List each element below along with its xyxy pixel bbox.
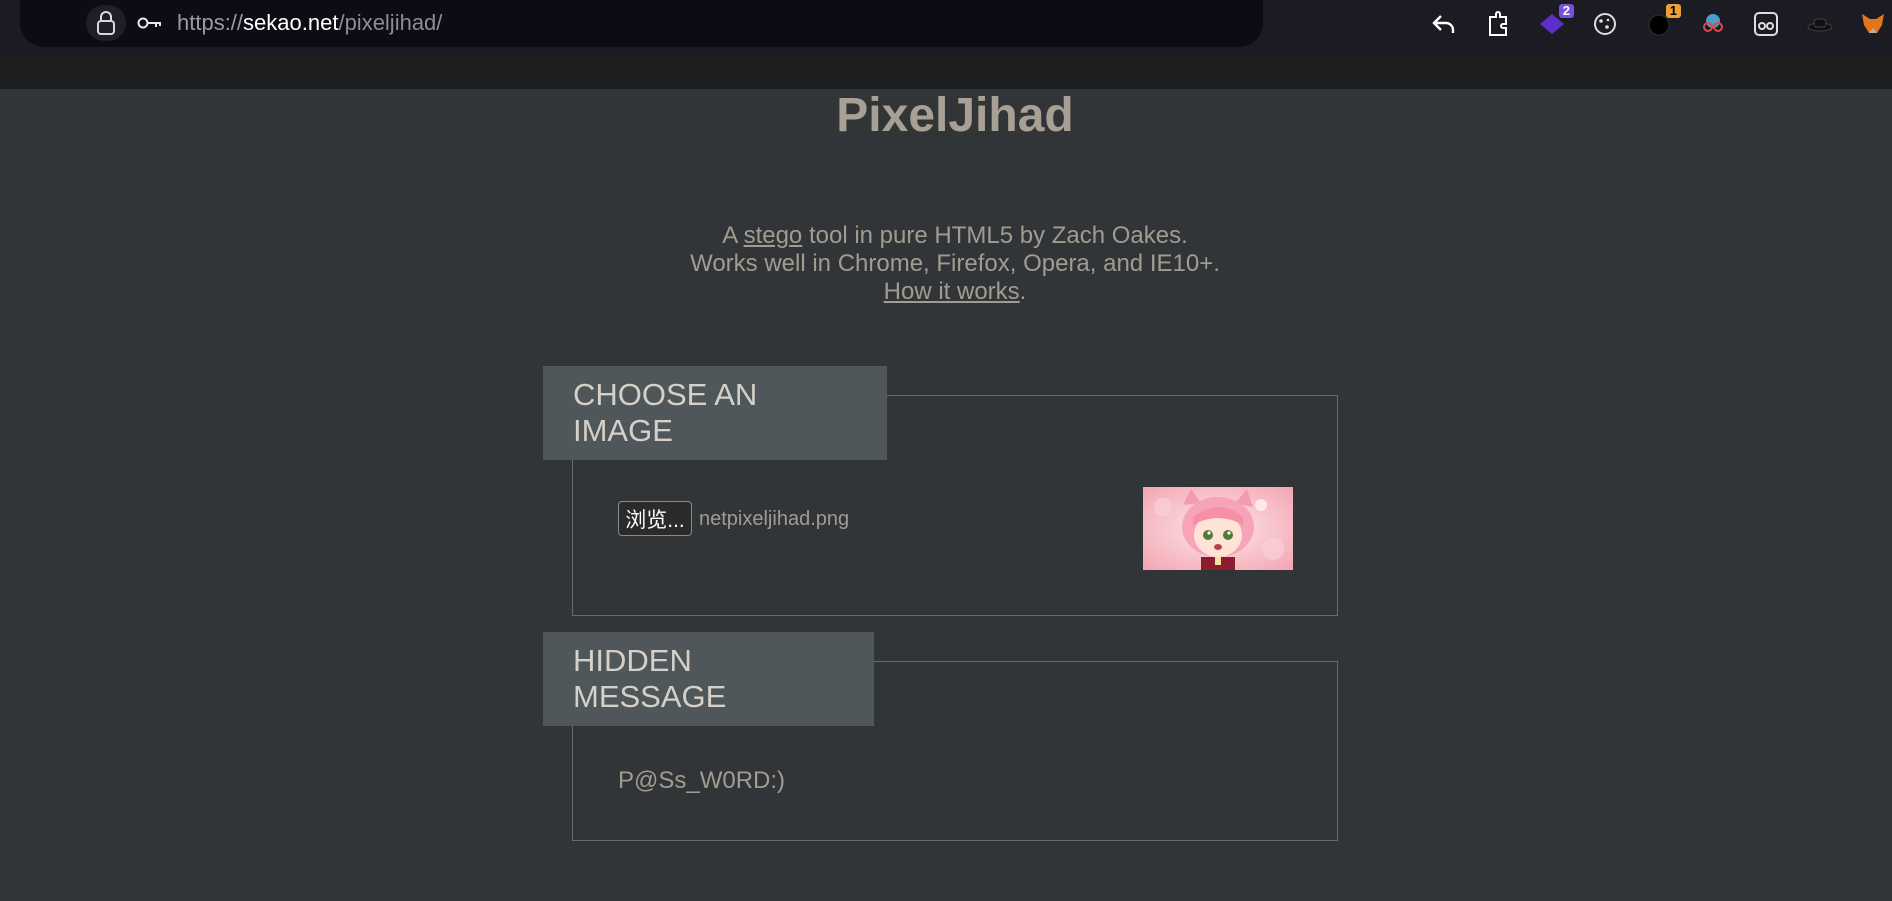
lock-icon[interactable]: [86, 5, 126, 41]
extension-badge: 2: [1558, 4, 1574, 18]
stego-link[interactable]: stego: [744, 222, 803, 249]
intro-text: A stego tool in pure HTML5 by Zach Oakes…: [690, 222, 1220, 305]
browser-toolbar: https://sekao.net/pixeljihad/ 2 1: [0, 0, 1892, 58]
cookie-icon[interactable]: [1589, 8, 1621, 40]
url-text[interactable]: https://sekao.net/pixeljihad/: [177, 10, 442, 36]
spy-glasses-icon[interactable]: [1697, 8, 1729, 40]
timer-badge: 1: [1665, 4, 1681, 18]
hidden-message-legend: HIDDEN MESSAGE: [543, 632, 874, 726]
toolbar-separator: [0, 58, 1892, 89]
selected-filename: netpixeljihad.png: [699, 508, 850, 530]
metamask-fox-icon[interactable]: [1857, 8, 1889, 40]
page-title: PixelJihad: [836, 89, 1074, 142]
hat-icon[interactable]: [1804, 8, 1836, 40]
back-arrow-icon[interactable]: [1428, 8, 1460, 40]
purple-extension-icon[interactable]: 2: [1536, 4, 1574, 40]
hidden-message-text[interactable]: P@Ss_W0RD:): [618, 767, 785, 795]
image-preview: [1143, 487, 1293, 570]
choose-image-legend: CHOOSE AN IMAGE: [543, 366, 887, 460]
browse-button[interactable]: 浏览...: [618, 501, 692, 536]
key-icon[interactable]: [136, 10, 164, 36]
extensions-icon[interactable]: [1482, 8, 1514, 40]
reader-glasses-icon[interactable]: [1750, 8, 1782, 40]
address-bar[interactable]: https://sekao.net/pixeljihad/: [20, 0, 1263, 47]
timer-extension-icon[interactable]: 1: [1643, 4, 1681, 40]
how-it-works-link[interactable]: How it works: [884, 278, 1020, 305]
